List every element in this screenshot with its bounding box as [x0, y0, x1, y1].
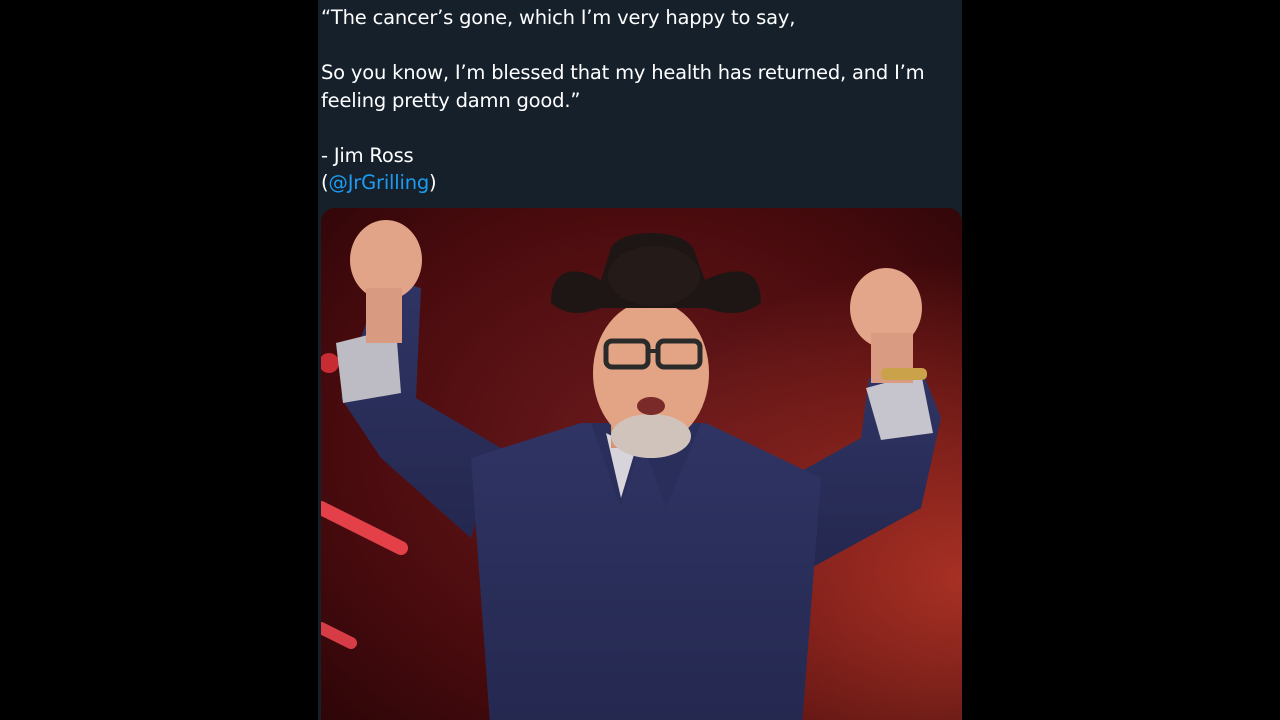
tweet-body: “The cancer’s gone, which I’m very happy… — [321, 4, 957, 197]
photo-illustration — [321, 208, 962, 720]
tweet-media-photo[interactable] — [321, 208, 962, 720]
mention-line: (@JrGrilling) — [321, 169, 957, 197]
quote-line-1: “The cancer’s gone, which I’m very happy… — [321, 6, 796, 29]
quote-line-2: So you know, I’m blessed that my health … — [321, 61, 925, 112]
paren-close: ) — [429, 171, 437, 194]
tweet-card: “The cancer’s gone, which I’m very happy… — [318, 0, 962, 720]
mention-link[interactable]: @JrGrilling — [328, 171, 429, 194]
attribution: - Jim Ross — [321, 143, 414, 167]
